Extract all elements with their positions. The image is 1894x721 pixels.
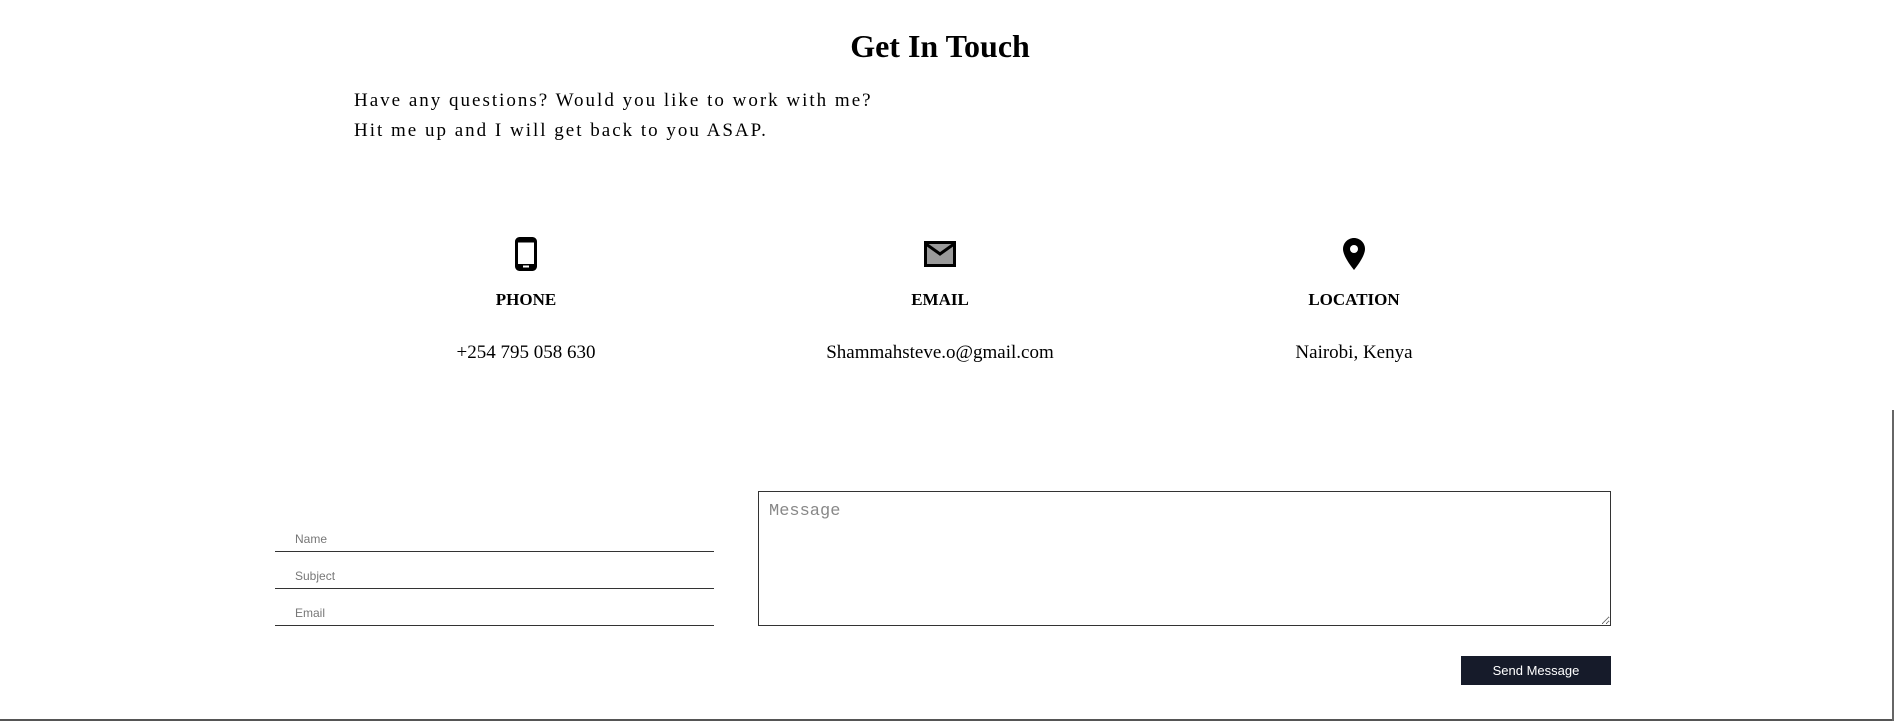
map-pin-icon [1154, 232, 1554, 276]
send-message-button[interactable]: Send Message [1461, 656, 1611, 685]
intro-line: Have any questions? Would you like to wo… [354, 90, 873, 111]
intro-text: Have any questions? Would you like to wo… [354, 86, 873, 146]
phone-icon [326, 232, 726, 276]
email-address: Shammahsteve.o@gmail.com [826, 342, 1054, 363]
subject-input[interactable] [275, 563, 714, 589]
phone-number: +254 795 058 630 [456, 342, 596, 363]
contact-card-location: LOCATION Nairobi, Kenya [1154, 232, 1554, 364]
contact-card-email: EMAIL Shammahsteve.o@gmail.com [740, 232, 1140, 364]
message-textarea[interactable] [758, 491, 1611, 626]
email-input[interactable] [275, 600, 714, 626]
contact-card-phone: PHONE +254 795 058 630 [326, 232, 726, 364]
location-text: Nairobi, Kenya [1295, 342, 1413, 363]
envelope-icon [740, 232, 1140, 276]
contact-label: LOCATION [1308, 290, 1400, 309]
section-title: Get In Touch [850, 28, 1030, 64]
name-input[interactable] [275, 526, 714, 552]
contact-label: EMAIL [911, 290, 969, 309]
contact-label: PHONE [495, 290, 557, 309]
intro-line: Hit me up and I will get back to you ASA… [354, 120, 768, 141]
